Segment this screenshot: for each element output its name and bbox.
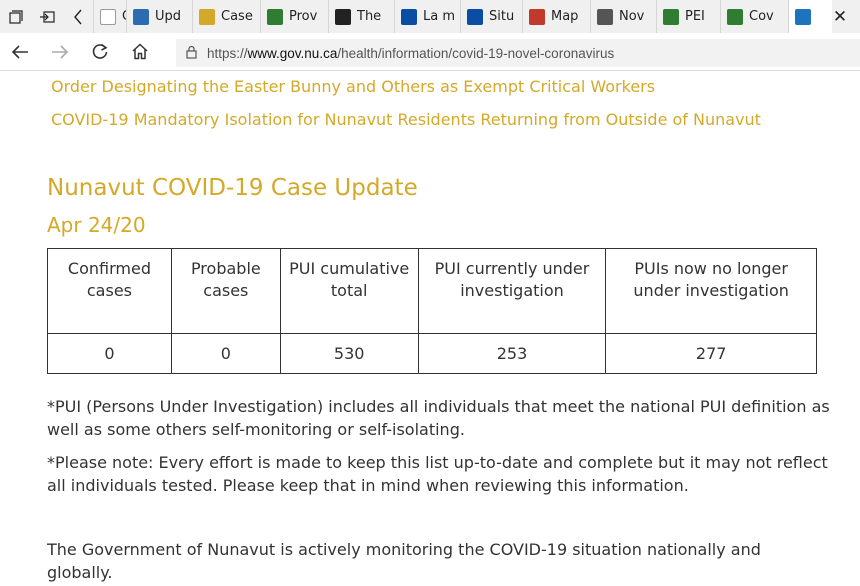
easter-bunny-order-link[interactable]: Order Designating the Easter Bunny and O… [51,77,655,96]
tab-label: Case [221,9,253,24]
url-text: https://www.gov.nu.ca/health/information… [207,45,615,61]
tab-label: Cov [749,9,774,24]
please-note: *Please note: Every effort is made to ke… [47,453,828,495]
tab-label: The [357,9,382,24]
table-row: 0 0 530 253 277 [47,333,817,374]
tab-label: Upd [155,9,182,24]
tab-label: Map [551,9,579,24]
chart-icon [133,8,149,25]
globe-icon [727,8,743,25]
value-pui-cumulative: 530 [279,333,419,374]
update-date: Apr 24/20 [47,213,146,237]
browser-tab[interactable]: Prov [260,0,328,33]
tab-label: PEI [685,9,705,24]
value-pui-current: 253 [417,333,607,374]
monitoring-statement: The Government of Nunavut is actively mo… [47,540,761,582]
quebec-flag-icon [401,8,417,25]
header-probable-cases: Probable cases [170,248,281,334]
tab-label: La m [423,9,456,24]
home-button[interactable] [120,33,160,71]
browser-tab[interactable]: Map [522,0,590,33]
browser-tab[interactable]: La m [394,0,460,33]
browser-tab[interactable]: Case [93,0,126,33]
mandatory-isolation-link[interactable]: COVID-19 Mandatory Isolation for Nunavut… [51,110,761,129]
document-icon [199,8,215,25]
forward-button[interactable] [40,33,80,71]
map-icon [529,8,545,25]
value-probable-cases: 0 [170,333,281,374]
pei-icon [663,8,679,25]
value-pui-no-longer: 277 [605,333,817,374]
bc-flag-icon [267,8,283,25]
browser-tab[interactable]: Situ [460,0,522,33]
header-confirmed-cases: Confirmed cases [47,248,172,334]
browser-tab[interactable]: PEI [656,0,720,33]
browser-tab[interactable]: Upd [126,0,192,33]
header-pui-cumulative: PUI cumulative total [279,248,419,334]
browser-tab[interactable]: Cov [720,0,788,33]
nunavut-icon [795,8,811,25]
pui-definition-note: *PUI (Persons Under Investigation) inclu… [47,397,830,439]
shield-icon [335,8,351,25]
browser-tab[interactable]: Case [192,0,260,33]
lock-icon [186,45,197,62]
tab-label: Situ [489,9,515,24]
browser-tab[interactable]: Nov [590,0,656,33]
page-title: Nunavut COVID-19 Case Update [47,175,418,201]
quebec-flag-icon [467,8,483,25]
refresh-button[interactable] [80,33,120,71]
address-bar[interactable]: https://www.gov.nu.ca/health/information… [176,39,860,67]
close-tab-icon[interactable]: ✕ [826,0,854,33]
table-header-row: Confirmed cases Probable cases PUI cumul… [47,248,817,334]
tab-label: Prov [289,9,318,24]
tab-label: Nov [619,9,645,24]
tab-actions-icon[interactable] [0,0,31,33]
browser-tab[interactable]: The [328,0,394,33]
page-icon [100,8,116,25]
tab-bar: Case Upd Case Prov The La m Situ Map Nov PEI Cov ✕ [0,0,860,33]
value-confirmed-cases: 0 [47,333,172,374]
page-content: Order Designating the Easter Bunny and O… [0,71,860,586]
nova-scotia-icon [597,8,613,25]
back-button[interactable] [0,33,40,71]
case-table: Confirmed cases Probable cases PUI cumul… [47,248,817,374]
header-pui-current: PUI currently under investigation [417,248,607,334]
set-tabs-aside-icon[interactable] [31,0,62,33]
header-pui-no-longer: PUIs now no longer under investigation [605,248,817,334]
scroll-tabs-left-icon[interactable] [62,0,93,33]
